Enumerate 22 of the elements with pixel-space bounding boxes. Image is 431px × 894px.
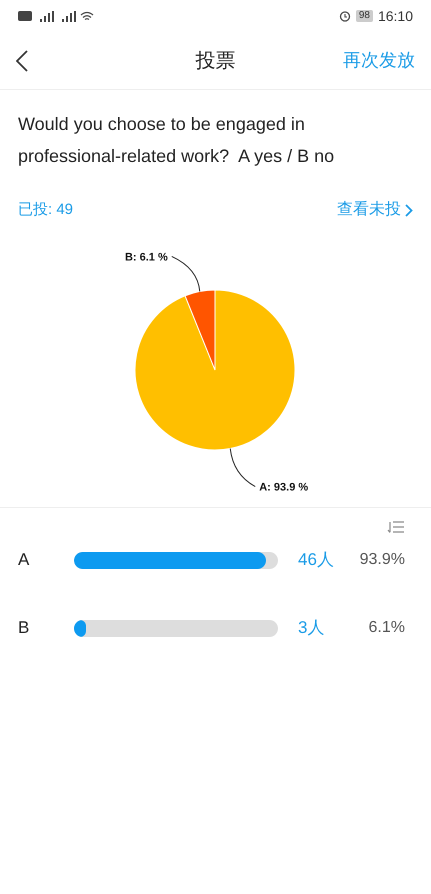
clock-time: 16:10	[378, 6, 413, 26]
sort-icon[interactable]	[387, 520, 405, 534]
option-label: A	[18, 549, 30, 572]
slice-label: B: 6.1 %	[124, 251, 168, 264]
wifi-icon	[80, 10, 94, 22]
hd-icon	[18, 11, 32, 21]
alarm-icon	[338, 10, 351, 22]
slice-label: A: 93.9 %	[259, 482, 308, 494]
view-unvoted-link[interactable]: 查看未投	[337, 198, 413, 222]
chevron-right-icon	[405, 204, 413, 216]
battery-level: 98	[356, 10, 373, 22]
resend-button[interactable]: 再次发放	[343, 47, 415, 74]
voted-count: 已投: 49	[18, 200, 74, 220]
question-text: Would you choose to be engaged in professional-related work? A yes / B no	[17, 113, 336, 168]
vote-percent: 93.9%	[358, 550, 406, 570]
leader-line	[171, 256, 200, 292]
page-title: 投票	[196, 48, 236, 74]
leader-line	[230, 448, 256, 488]
vote-percent: 6.1%	[368, 618, 406, 638]
vote-count: 46人	[298, 549, 335, 572]
vote-count: 3人	[298, 617, 326, 640]
option-label: B	[18, 617, 30, 640]
